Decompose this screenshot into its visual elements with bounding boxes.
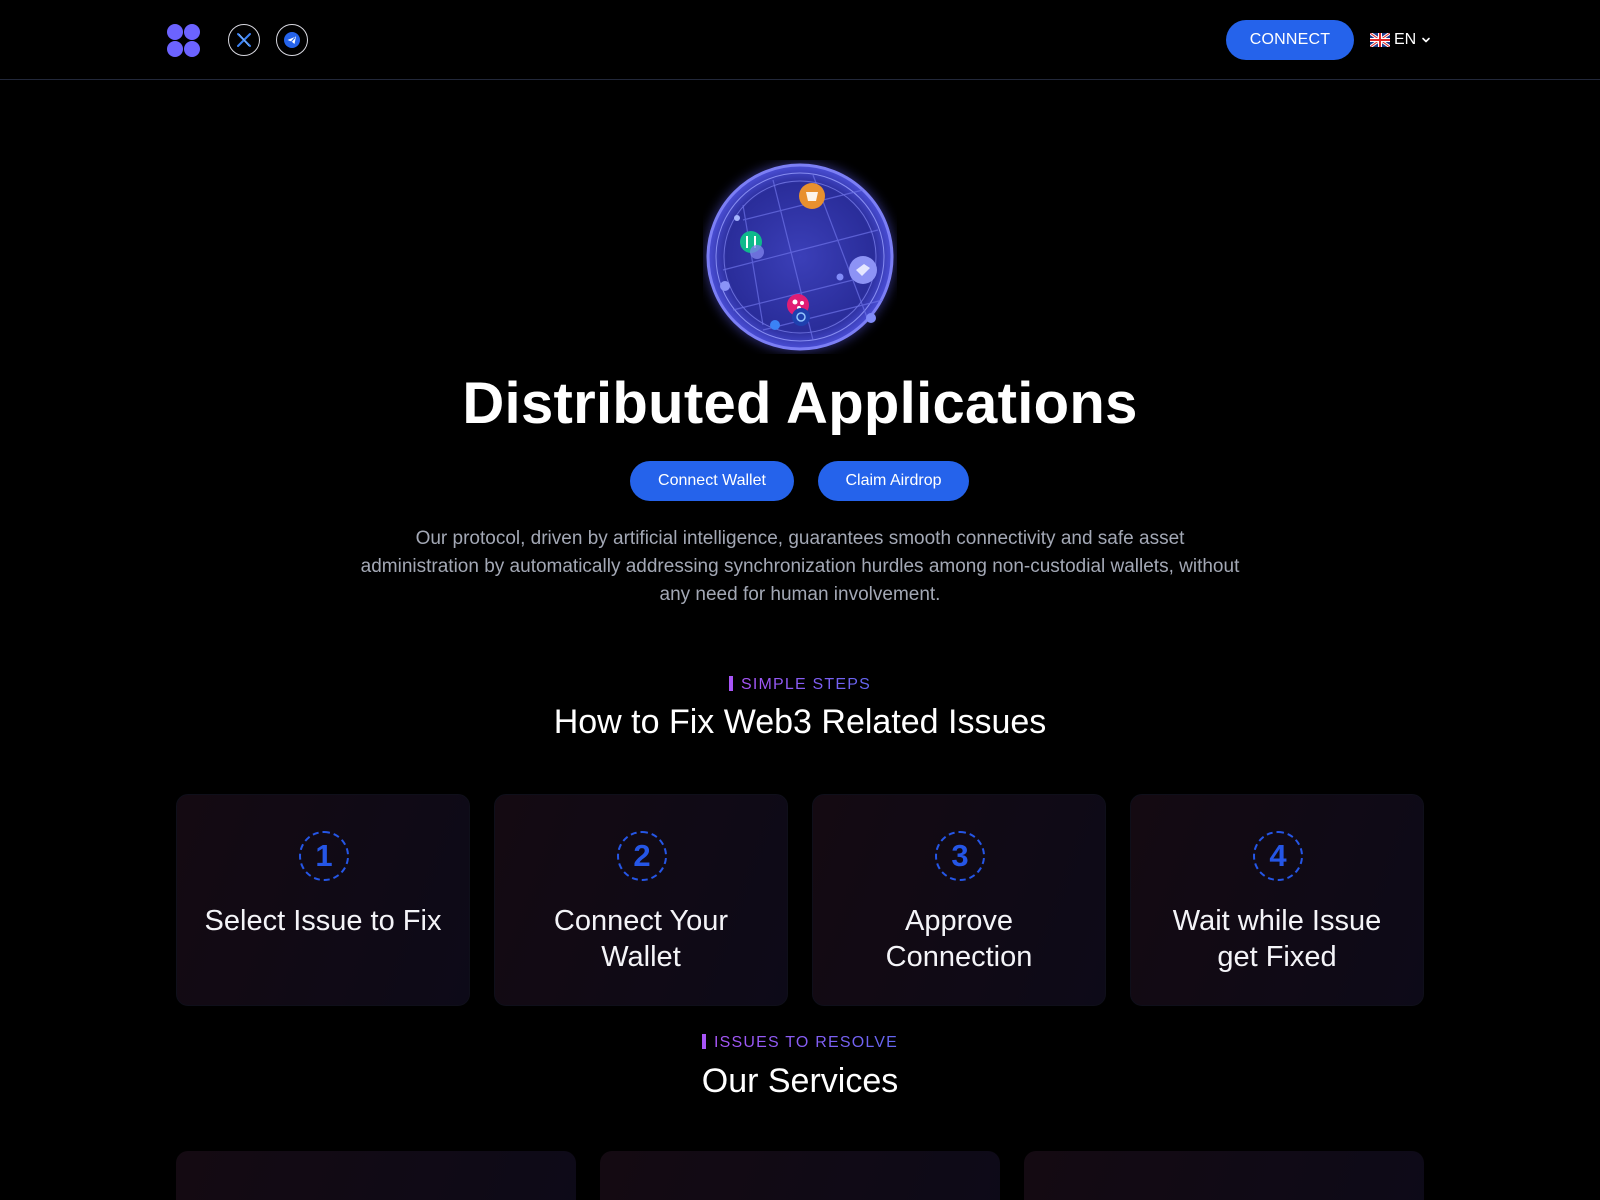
language-selector[interactable]: EN [1370, 30, 1432, 50]
hero-globe-illustration [703, 160, 897, 354]
x-social-button[interactable] [228, 24, 260, 56]
logo-icon[interactable] [167, 24, 201, 58]
services-eyebrow: ISSUES TO RESOLVE [0, 1034, 1600, 1052]
connect-wallet-button[interactable]: Connect Wallet [630, 461, 794, 501]
claim-airdrop-button[interactable]: Claim Airdrop [818, 461, 969, 501]
language-code: EN [1394, 31, 1417, 48]
service-card[interactable] [1024, 1151, 1424, 1200]
hero-title: Distributed Applications [462, 371, 1138, 436]
uk-flag-icon [1370, 33, 1390, 47]
step-number: 2 [617, 831, 667, 881]
step-number: 1 [299, 831, 349, 881]
step-card: 1 Select Issue to Fix [176, 794, 470, 1006]
chevron-down-icon [1422, 37, 1431, 43]
connect-button[interactable]: CONNECT [1226, 20, 1354, 60]
service-card[interactable] [600, 1151, 1000, 1200]
x-icon [237, 33, 251, 47]
telegram-icon [284, 32, 300, 48]
steps-section-title: How to Fix Web3 Related Issues [553, 703, 1047, 741]
step-number: 4 [1253, 831, 1303, 881]
step-card: 3 Approve Connection [812, 794, 1106, 1006]
step-card: 2 Connect Your Wallet [494, 794, 788, 1006]
step-label: Select Issue to Fix [204, 905, 442, 937]
service-card[interactable] [176, 1151, 576, 1200]
steps-eyebrow: SIMPLE STEPS [0, 676, 1600, 694]
step-label: Approve Connection [885, 905, 1033, 973]
header: CONNECT EN [0, 0, 1600, 80]
telegram-social-button[interactable] [276, 24, 308, 56]
eyebrow-bar-icon [701, 1034, 706, 1049]
step-label: Wait while Issue get Fixed [1172, 905, 1382, 973]
step-card: 4 Wait while Issue get Fixed [1130, 794, 1424, 1006]
step-number: 3 [935, 831, 985, 881]
eyebrow-bar-icon [729, 676, 733, 691]
step-label: Connect Your Wallet [553, 905, 729, 973]
services-section-title: Our Services [701, 1062, 899, 1100]
hero-description: Our protocol, driven by artificial intel… [360, 528, 1240, 605]
